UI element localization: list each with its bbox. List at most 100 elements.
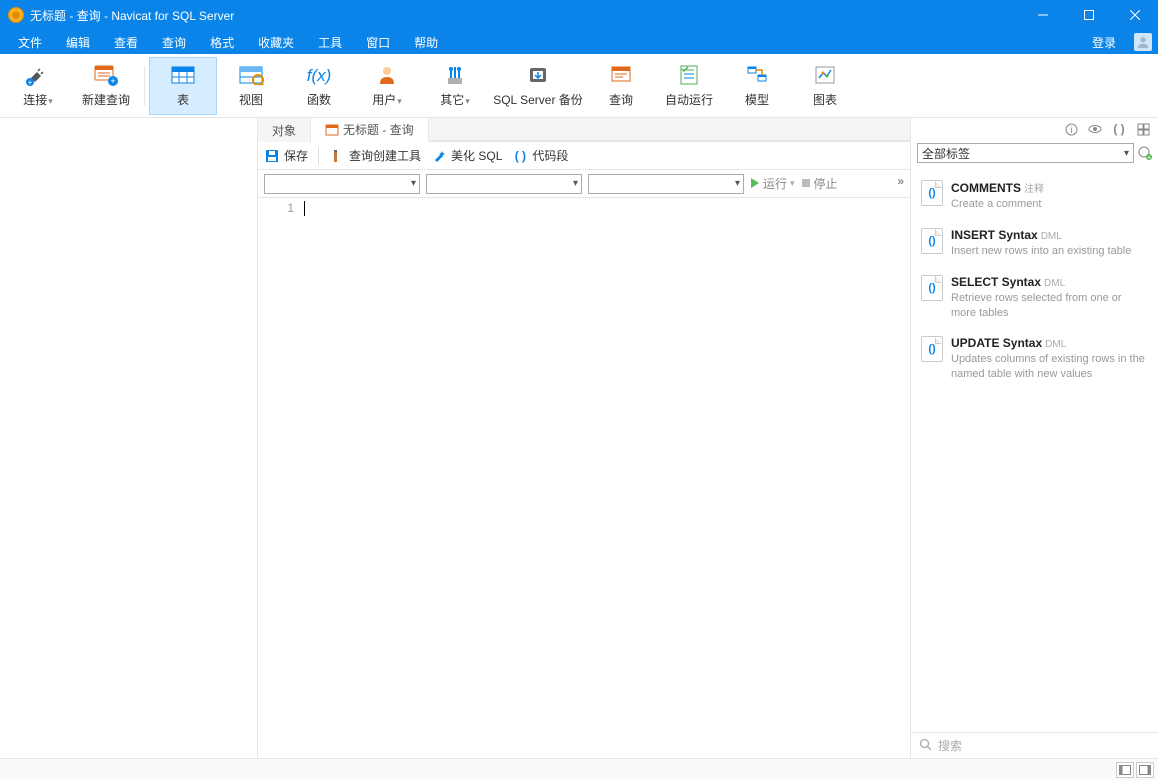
layout-button-2[interactable]: [1136, 762, 1154, 778]
connection-tree[interactable]: [0, 118, 258, 758]
login-link[interactable]: 登录: [1080, 30, 1128, 54]
info-icon[interactable]: i: [1064, 122, 1078, 136]
menu-window[interactable]: 窗口: [354, 30, 402, 54]
auto-icon: [675, 63, 703, 87]
maximize-button[interactable]: [1066, 0, 1112, 30]
svg-text:f(x): f(x): [307, 66, 332, 85]
snippet-file-icon: (): [921, 180, 943, 206]
sql-editor[interactable]: 1: [258, 198, 910, 758]
svg-text:+: +: [110, 76, 115, 86]
schema-combo[interactable]: ▾: [588, 174, 744, 194]
snippet-file-icon: (): [921, 336, 943, 362]
snippet-item[interactable]: () UPDATE SyntaxDMLUpdates columns of ex…: [915, 328, 1154, 390]
tag-filter-row: 全部标签▾ +: [911, 140, 1158, 166]
table-icon: [169, 63, 197, 87]
tag-filter-combo[interactable]: 全部标签▾: [917, 143, 1134, 163]
menu-query[interactable]: 查询: [150, 30, 198, 54]
stop-button[interactable]: 停止: [801, 175, 838, 192]
query-icon: [607, 63, 635, 87]
dropdown-icon: ▾: [465, 96, 470, 106]
view-button[interactable]: 视图: [217, 57, 285, 115]
backup-label: SQL Server 备份: [493, 91, 583, 108]
tab-objects[interactable]: 对象: [258, 118, 311, 142]
tag-add-icon[interactable]: +: [1138, 146, 1152, 160]
function-button[interactable]: f(x) 函数: [285, 57, 353, 115]
tab-query[interactable]: 无标题 - 查询: [311, 118, 429, 142]
layout-button-1[interactable]: [1116, 762, 1134, 778]
chart-button[interactable]: 图表: [791, 57, 859, 115]
connection-combo[interactable]: ▾: [264, 174, 420, 194]
auto-label: 自动运行: [665, 91, 713, 108]
chart-label: 图表: [813, 91, 837, 108]
avatar-icon[interactable]: [1134, 33, 1152, 51]
close-button[interactable]: [1112, 0, 1158, 30]
new-query-button[interactable]: + 新建查询: [72, 57, 140, 115]
view-label: 视图: [239, 91, 263, 108]
user-label: 用户: [372, 93, 396, 107]
new-query-label: 新建查询: [82, 91, 130, 108]
function-icon: f(x): [305, 63, 333, 87]
beautify-button[interactable]: 美化 SQL: [431, 147, 502, 164]
play-icon: [750, 177, 760, 191]
save-button[interactable]: 保存: [264, 147, 308, 164]
eye-icon[interactable]: [1088, 122, 1102, 136]
line-gutter: 1: [258, 198, 300, 758]
statusbar: [0, 758, 1158, 780]
snippet-panel-icon[interactable]: ( ): [1112, 122, 1126, 136]
new-query-icon: +: [92, 63, 120, 87]
svg-text:+: +: [28, 78, 33, 86]
right-panel: i ( ) 全部标签▾ + () COMMENTS注释Create a comm…: [910, 118, 1158, 758]
center-panel: 对象 无标题 - 查询 保存 查询创建工具 美化 SQL ( ): [258, 118, 910, 758]
chevron-down-icon: ▾: [1124, 148, 1129, 159]
menu-favorites[interactable]: 收藏夹: [246, 30, 306, 54]
search-box[interactable]: 搜索: [911, 732, 1158, 758]
main-toolbar: + 连接▾ + 新建查询 表 视图 f(x) 函数 用户▾ 其它▾ SQL Se…: [0, 54, 1158, 118]
tabstrip: 对象 无标题 - 查询: [258, 118, 910, 142]
snippet-button[interactable]: ( ) 代码段: [512, 147, 568, 164]
plug-icon: +: [24, 63, 52, 87]
minimize-button[interactable]: [1020, 0, 1066, 30]
query-button[interactable]: 查询: [587, 57, 655, 115]
grid-icon[interactable]: [1136, 122, 1150, 136]
more-icon[interactable]: »: [897, 174, 904, 194]
beautify-icon: [431, 148, 447, 164]
snippet-item[interactable]: () SELECT SyntaxDMLRetrieve rows selecte…: [915, 267, 1154, 329]
run-button[interactable]: 运行 ▾: [750, 175, 795, 192]
table-button[interactable]: 表: [149, 57, 217, 115]
menu-file[interactable]: 文件: [6, 30, 54, 54]
titlebar: 无标题 - 查询 - Navicat for SQL Server: [0, 0, 1158, 30]
database-combo[interactable]: ▾: [426, 174, 582, 194]
save-icon: [264, 148, 280, 164]
user-button[interactable]: 用户▾: [353, 57, 421, 115]
chevron-down-icon: ▾: [411, 178, 416, 189]
function-label: 函数: [307, 91, 331, 108]
snippet-icon: ( ): [512, 148, 528, 164]
window-title: 无标题 - 查询 - Navicat for SQL Server: [30, 7, 1020, 24]
query-tab-icon: [325, 123, 339, 137]
menu-help[interactable]: 帮助: [402, 30, 450, 54]
search-icon: [919, 738, 932, 754]
other-button[interactable]: 其它▾: [421, 57, 489, 115]
other-icon: [441, 63, 469, 87]
snippet-item[interactable]: () COMMENTS注释Create a comment: [915, 172, 1154, 220]
menu-edit[interactable]: 编辑: [54, 30, 102, 54]
backup-button[interactable]: SQL Server 备份: [489, 57, 587, 115]
code-area[interactable]: [300, 198, 910, 758]
snippet-file-icon: (): [921, 275, 943, 301]
other-label: 其它: [440, 93, 464, 107]
menu-tools[interactable]: 工具: [306, 30, 354, 54]
divider: [144, 66, 145, 106]
model-button[interactable]: 模型: [723, 57, 791, 115]
stop-icon: [801, 177, 811, 191]
connect-button[interactable]: + 连接▾: [4, 57, 72, 115]
menu-format[interactable]: 格式: [198, 30, 246, 54]
combo-row: ▾ ▾ ▾ 运行 ▾ 停止 »: [258, 170, 910, 198]
model-label: 模型: [745, 91, 769, 108]
snippet-item[interactable]: () INSERT SyntaxDMLInsert new rows into …: [915, 220, 1154, 267]
query-builder-button[interactable]: 查询创建工具: [329, 147, 421, 164]
panel-mode-icons: i ( ): [911, 118, 1158, 140]
menubar: 文件 编辑 查看 查询 格式 收藏夹 工具 窗口 帮助 登录: [0, 30, 1158, 54]
view-icon: [237, 63, 265, 87]
menu-view[interactable]: 查看: [102, 30, 150, 54]
auto-run-button[interactable]: 自动运行: [655, 57, 723, 115]
